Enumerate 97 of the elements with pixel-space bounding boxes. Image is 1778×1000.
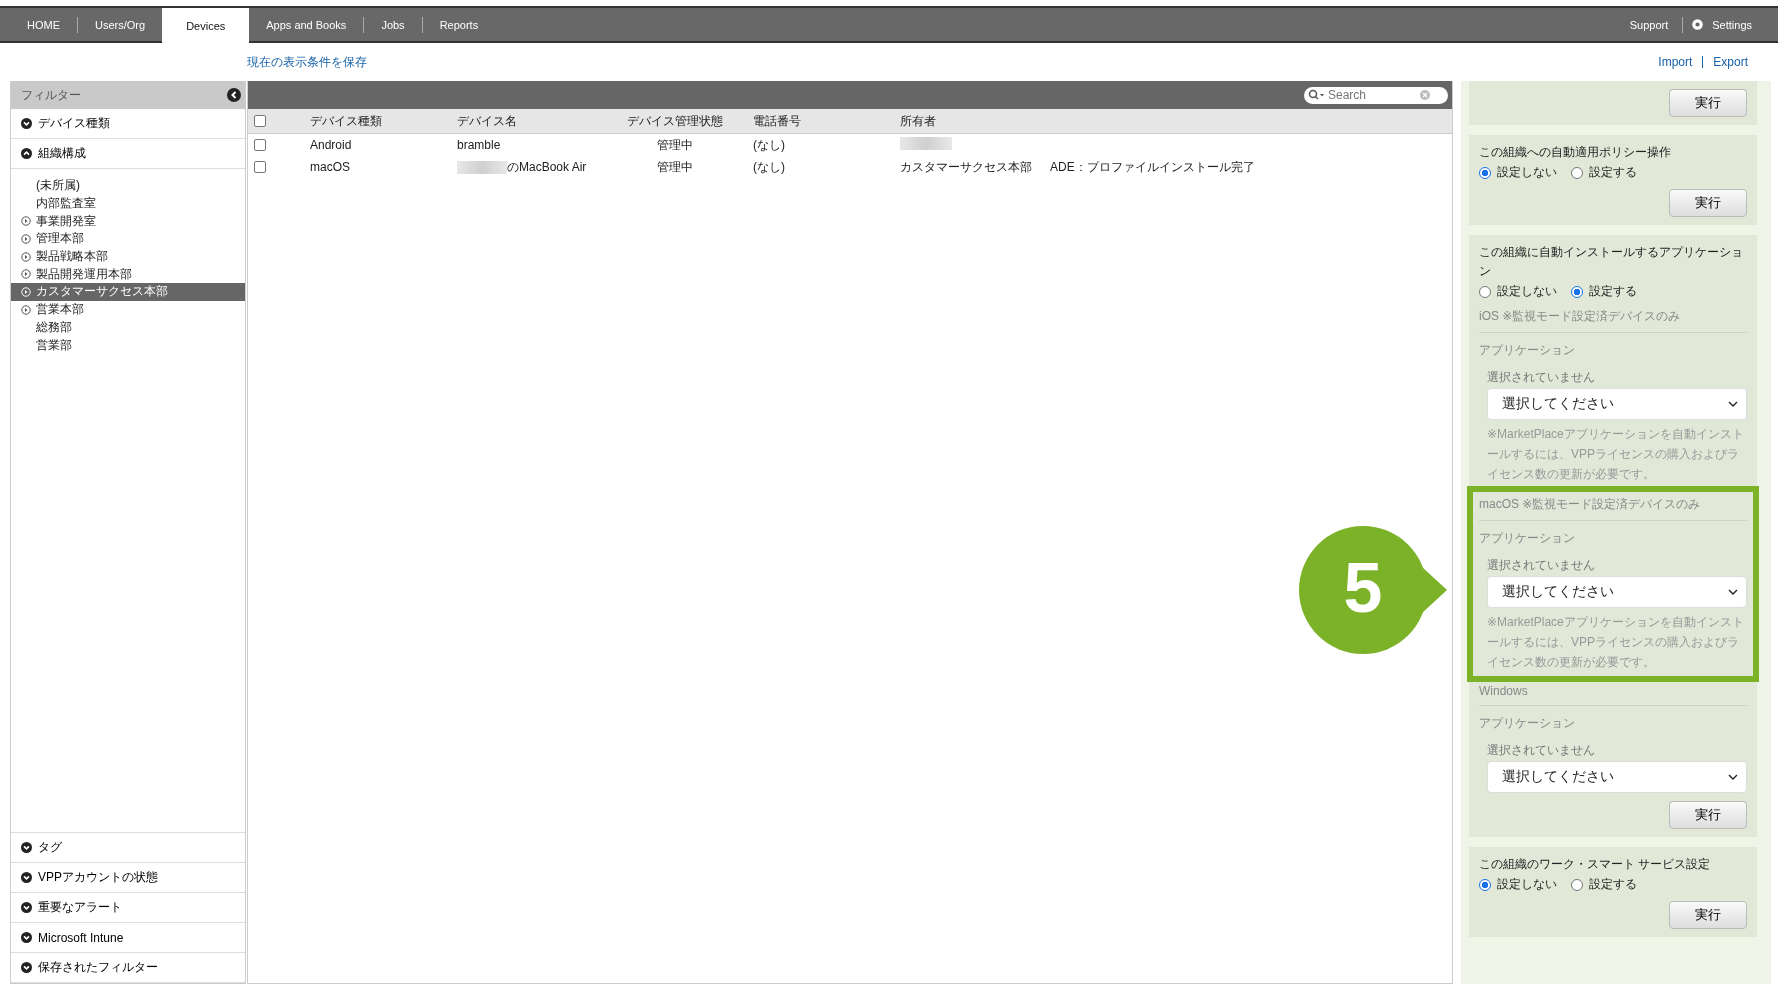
- hint-text: ※MarketPlaceアプリケーションを自動インストールするには、VPPライセンスの購入およびライセンス数の更新が必要です。: [1487, 614, 1745, 671]
- table-cell: bramble: [457, 138, 501, 152]
- org-tree-item[interactable]: 内部監査室: [11, 194, 245, 213]
- column-header[interactable]: 電話番号: [745, 112, 892, 130]
- nav-tab[interactable]: Devices: [162, 8, 250, 43]
- org-tree-item[interactable]: 営業部: [11, 336, 245, 354]
- nav-tab[interactable]: Apps and Books: [249, 8, 364, 41]
- hint-text: ※MarketPlaceアプリケーションを自動インストールするには、VPPライセンスの購入およびライセンス数の更新が必要です。: [1487, 426, 1745, 483]
- org-tree-item[interactable]: 事業開発室: [11, 212, 245, 231]
- org-tree-item[interactable]: カスタマーサクセス本部: [11, 283, 245, 301]
- radio-button[interactable]: [1571, 166, 1583, 179]
- run-button[interactable]: 実行: [1669, 801, 1747, 829]
- nav-tab[interactable]: Users/Org: [78, 8, 163, 41]
- nav-tab[interactable]: HOME: [10, 8, 77, 41]
- field-label: アプリケーション: [1479, 530, 1576, 547]
- caret-icon: [1728, 774, 1738, 780]
- table-cell: のMacBook Air: [507, 158, 587, 176]
- table-cell-text: 管理中: [656, 136, 694, 154]
- selection-status: 選択されていません: [1487, 369, 1596, 386]
- expand-icon[interactable]: [21, 233, 31, 244]
- org-name: (未所属): [36, 177, 80, 195]
- radio-label: 設定しない: [1497, 876, 1557, 893]
- org-name: 内部監査室: [36, 195, 96, 213]
- radio-label: 設定する: [1589, 283, 1637, 300]
- nav-tab[interactable]: Reports: [422, 8, 496, 41]
- org-tree-item[interactable]: 営業本部: [11, 300, 245, 319]
- save-filter-link[interactable]: 現在の表示条件を保存: [247, 53, 367, 71]
- nav-tab[interactable]: Jobs: [364, 8, 422, 41]
- caret-icon: [1728, 401, 1738, 407]
- platform-heading: Windows: [1479, 684, 1747, 706]
- platform-heading: macOS ※監視モード設定済デバイスのみ: [1479, 496, 1747, 521]
- org-tree-item[interactable]: (未所属): [11, 177, 245, 195]
- column-header[interactable]: デバイス名: [445, 112, 605, 130]
- search-input[interactable]: Search: [1328, 88, 1418, 102]
- table-cell: カスタマーサクセス本部: [900, 159, 1032, 174]
- expand-icon[interactable]: [21, 304, 31, 315]
- org-name: 管理本部: [36, 230, 84, 248]
- radio-button[interactable]: [1479, 878, 1491, 891]
- sidebar-title: フィルター: [21, 86, 81, 104]
- org-name: 総務部: [36, 318, 72, 336]
- table-cell: ADE：プロファイルインストール完了: [1050, 159, 1255, 174]
- org-tree-item[interactable]: 管理本部: [11, 230, 245, 248]
- table-cell-text: (なし): [752, 158, 786, 176]
- org-tree-item[interactable]: 総務部: [11, 318, 245, 337]
- table-cell-text: 管理中: [656, 158, 694, 176]
- org-tree-item[interactable]: 製品戦略本部: [11, 247, 245, 266]
- org-name: 製品戦略本部: [36, 248, 108, 266]
- caret-icon: [1728, 589, 1738, 595]
- org-name: 営業本部: [36, 301, 84, 319]
- radio-button[interactable]: [1571, 285, 1583, 298]
- card-title: この組織への自動適用ポリシー操作: [1479, 144, 1672, 161]
- field-label: アプリケーション: [1479, 715, 1576, 732]
- org-name: カスタマーサクセス本部: [36, 283, 168, 301]
- card-title: この組織に自動インストールするアプリケーション: [1479, 244, 1744, 280]
- radio-label: 設定しない: [1497, 164, 1557, 181]
- search-field[interactable]: Search: [1304, 86, 1448, 104]
- expand-icon[interactable]: [21, 216, 31, 227]
- row-checkbox[interactable]: [254, 161, 266, 173]
- org-tree-item[interactable]: 製品開発運用本部: [11, 265, 245, 284]
- row-checkbox[interactable]: [254, 139, 266, 151]
- platform-heading: iOS ※監視モード設定済デバイスのみ: [1479, 308, 1747, 333]
- table-cell-text: macOS: [309, 160, 351, 174]
- io-link[interactable]: Import: [1658, 55, 1693, 69]
- org-name: 営業部: [36, 336, 72, 354]
- app-select[interactable]: 選択してください: [1487, 761, 1747, 793]
- run-button[interactable]: 実行: [1669, 89, 1747, 117]
- run-button[interactable]: 実行: [1669, 901, 1747, 929]
- column-header[interactable]: 所有者: [892, 112, 1042, 130]
- radio-button[interactable]: [1479, 166, 1491, 179]
- selection-status: 選択されていません: [1487, 557, 1596, 574]
- search-icon: [1308, 89, 1326, 101]
- nav-link[interactable]: Settings: [1712, 18, 1752, 31]
- radio-label: 設定する: [1589, 876, 1637, 893]
- radio-label: 設定しない: [1497, 283, 1557, 300]
- app-select[interactable]: 選択してください: [1487, 388, 1747, 420]
- column-header[interactable]: デバイス種類: [298, 112, 445, 130]
- expand-icon[interactable]: [21, 251, 31, 262]
- step-number: 5: [1342, 548, 1384, 629]
- table-cell-text: (なし): [752, 136, 786, 154]
- field-label: アプリケーション: [1479, 342, 1576, 359]
- expand-icon[interactable]: [21, 269, 31, 280]
- radio-label: 設定する: [1589, 164, 1637, 181]
- table-cell-text: Android: [309, 138, 353, 152]
- app-select[interactable]: 選択してください: [1487, 576, 1747, 608]
- settings-icon[interactable]: [1691, 18, 1705, 31]
- collapse-icon[interactable]: [227, 88, 241, 102]
- select-all-checkbox[interactable]: [254, 115, 266, 127]
- run-button[interactable]: 実行: [1669, 189, 1747, 217]
- org-name: 事業開発室: [36, 212, 96, 230]
- org-name: 製品開発運用本部: [36, 265, 132, 283]
- radio-button[interactable]: [1571, 878, 1583, 891]
- card-title: この組織のワーク・スマート サービス設定: [1479, 856, 1712, 873]
- radio-button[interactable]: [1479, 285, 1491, 298]
- column-header[interactable]: デバイス管理状態: [605, 112, 745, 130]
- nav-link[interactable]: Support: [1629, 18, 1669, 31]
- selection-status: 選択されていません: [1487, 742, 1596, 759]
- io-link[interactable]: Export: [1713, 55, 1748, 69]
